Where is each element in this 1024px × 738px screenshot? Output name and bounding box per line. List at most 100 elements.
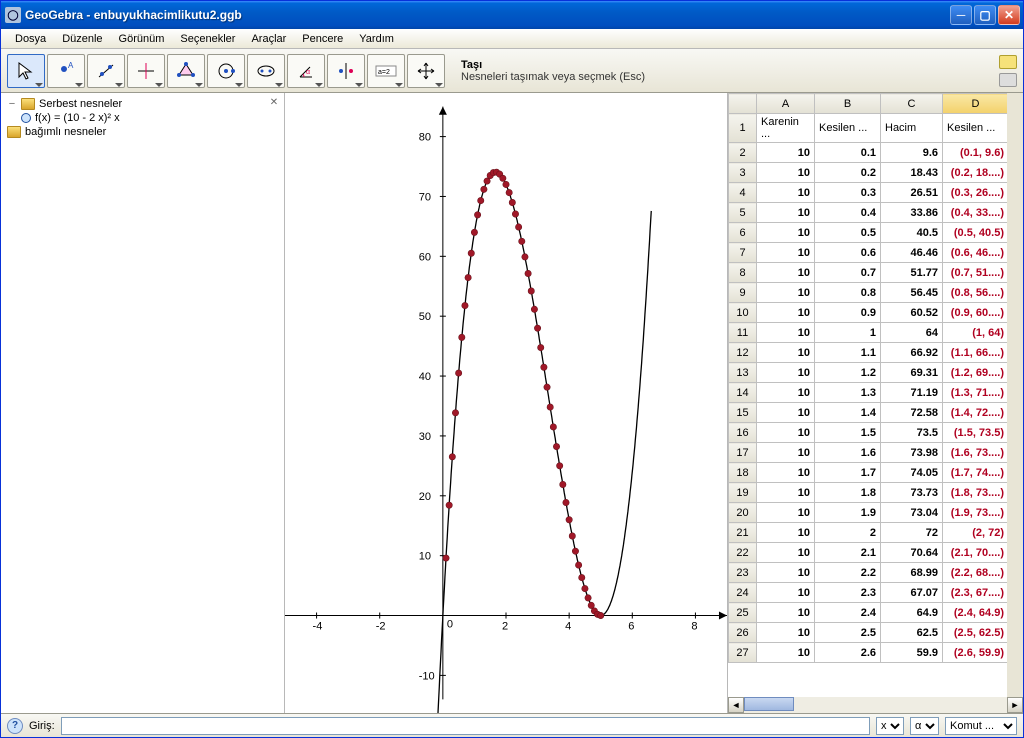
graph-canvas[interactable]: -4-202468-101020304050607080	[285, 93, 727, 713]
tree-dependent-objects[interactable]: bağımlı nesneler	[3, 125, 282, 139]
scroll-left-button[interactable]: ◄	[728, 697, 744, 713]
scroll-track[interactable]	[744, 697, 1007, 713]
cell[interactable]: 2.6	[815, 643, 881, 663]
close-button[interactable]: ✕	[998, 5, 1020, 25]
cell[interactable]: 10	[757, 323, 815, 343]
cell[interactable]: (2, 72)	[943, 523, 1008, 543]
spreadsheet-vscroll[interactable]	[1007, 93, 1023, 697]
row-header[interactable]: 4	[729, 183, 757, 203]
cell[interactable]: (0.7, 51....)	[943, 263, 1008, 283]
tool-reflect[interactable]	[327, 54, 365, 88]
cell[interactable]: 1.5	[815, 423, 881, 443]
cell[interactable]: 40.5	[881, 223, 943, 243]
cell[interactable]: 64	[881, 323, 943, 343]
cell[interactable]: 9.6	[881, 143, 943, 163]
row-header[interactable]: 12	[729, 343, 757, 363]
cell[interactable]: 10	[757, 283, 815, 303]
cell[interactable]: 10	[757, 363, 815, 383]
table-row[interactable]: 18101.774.05(1.7, 74....)	[729, 463, 1008, 483]
row-header[interactable]: 24	[729, 583, 757, 603]
cell[interactable]: 10	[757, 263, 815, 283]
cell[interactable]: (2.2, 68....)	[943, 563, 1008, 583]
menu-araclar[interactable]: Araçlar	[243, 31, 294, 47]
cell[interactable]: 74.05	[881, 463, 943, 483]
titlebar[interactable]: ◯ GeoGebra - enbuyukhacimlikutu2.ggb ─ ▢…	[1, 1, 1023, 29]
cell[interactable]: (1.6, 73....)	[943, 443, 1008, 463]
menu-secenekler[interactable]: Seçenekler	[172, 31, 243, 47]
cell[interactable]: (1.2, 69....)	[943, 363, 1008, 383]
cell[interactable]: 1.3	[815, 383, 881, 403]
cell[interactable]: 10	[757, 503, 815, 523]
table-row[interactable]: 1110164(1, 64)	[729, 323, 1008, 343]
cell[interactable]: 2.3	[815, 583, 881, 603]
col-header-C[interactable]: C	[881, 94, 943, 114]
cell[interactable]: (1.5, 73.5)	[943, 423, 1008, 443]
cell[interactable]: 10	[757, 203, 815, 223]
table-row[interactable]: 5100.433.86(0.4, 33....)	[729, 203, 1008, 223]
cell[interactable]: 2.2	[815, 563, 881, 583]
minimize-button[interactable]: ─	[950, 5, 972, 25]
tool-angle[interactable]: α	[287, 54, 325, 88]
cell[interactable]: (1.7, 74....)	[943, 463, 1008, 483]
menu-yardim[interactable]: Yardım	[351, 31, 402, 47]
cell[interactable]: (2.5, 62.5)	[943, 623, 1008, 643]
cell[interactable]: 1.1	[815, 343, 881, 363]
cell[interactable]: 10	[757, 463, 815, 483]
cell[interactable]: 68.99	[881, 563, 943, 583]
row-header[interactable]: 18	[729, 463, 757, 483]
cell[interactable]: 64.9	[881, 603, 943, 623]
table-row[interactable]: 10100.960.52(0.9, 60....)	[729, 303, 1008, 323]
row-header[interactable]: 13	[729, 363, 757, 383]
cell[interactable]: (1.9, 73....)	[943, 503, 1008, 523]
table-row[interactable]: 24102.367.07(2.3, 67....)	[729, 583, 1008, 603]
row-header[interactable]: 9	[729, 283, 757, 303]
cell[interactable]: 2.5	[815, 623, 881, 643]
cell[interactable]: 10	[757, 563, 815, 583]
table-row[interactable]: 15101.472.58(1.4, 72....)	[729, 403, 1008, 423]
cell[interactable]: 0.1	[815, 143, 881, 163]
help-icon[interactable]: ?	[7, 718, 23, 734]
cell[interactable]: 10	[757, 383, 815, 403]
scroll-thumb[interactable]	[744, 697, 794, 711]
row-header[interactable]: 5	[729, 203, 757, 223]
cell[interactable]: 0.7	[815, 263, 881, 283]
table-row[interactable]: 8100.751.77(0.7, 51....)	[729, 263, 1008, 283]
object-visibility-icon[interactable]	[21, 113, 31, 123]
cell[interactable]: 0.5	[815, 223, 881, 243]
cell[interactable]: 0.8	[815, 283, 881, 303]
cell[interactable]: 56.45	[881, 283, 943, 303]
table-row[interactable]: 19101.873.73(1.8, 73....)	[729, 483, 1008, 503]
cell[interactable]: 2.1	[815, 543, 881, 563]
table-row[interactable]: 9100.856.45(0.8, 56....)	[729, 283, 1008, 303]
cell[interactable]: 0.4	[815, 203, 881, 223]
cell[interactable]: 10	[757, 223, 815, 243]
cell[interactable]: (2.4, 64.9)	[943, 603, 1008, 623]
cell[interactable]: (0.5, 40.5)	[943, 223, 1008, 243]
cell[interactable]: 10	[757, 423, 815, 443]
symbol-select-2[interactable]: α	[910, 717, 939, 735]
cell[interactable]: 73.04	[881, 503, 943, 523]
row-header[interactable]: 14	[729, 383, 757, 403]
cell[interactable]: 26.51	[881, 183, 943, 203]
spreadsheet-hscroll[interactable]: ◄ ►	[728, 697, 1023, 713]
symbol-select-1[interactable]: x	[876, 717, 904, 735]
cell[interactable]: 10	[757, 583, 815, 603]
table-row[interactable]: 12101.166.92(1.1, 66....)	[729, 343, 1008, 363]
tool-move[interactable]	[7, 54, 45, 88]
cell[interactable]: 1.6	[815, 443, 881, 463]
table-row[interactable]: 6100.540.5(0.5, 40.5)	[729, 223, 1008, 243]
cell[interactable]: 1.8	[815, 483, 881, 503]
command-select[interactable]: Komut ...	[945, 717, 1017, 735]
collapse-icon[interactable]: −	[7, 98, 17, 110]
row-header[interactable]: 8	[729, 263, 757, 283]
redo-button[interactable]	[999, 73, 1017, 87]
table-row[interactable]: 13101.269.31(1.2, 69....)	[729, 363, 1008, 383]
menu-dosya[interactable]: Dosya	[7, 31, 54, 47]
row-header[interactable]: 15	[729, 403, 757, 423]
cell[interactable]: (1.1, 66....)	[943, 343, 1008, 363]
table-row[interactable]: 7100.646.46(0.6, 46....)	[729, 243, 1008, 263]
tool-circle[interactable]	[207, 54, 245, 88]
table-row[interactable]: 4100.326.51(0.3, 26....)	[729, 183, 1008, 203]
row-header[interactable]: 16	[729, 423, 757, 443]
spreadsheet-view[interactable]: ABCD1Karenin ...Kesilen ...HacimKesilen …	[727, 93, 1023, 713]
